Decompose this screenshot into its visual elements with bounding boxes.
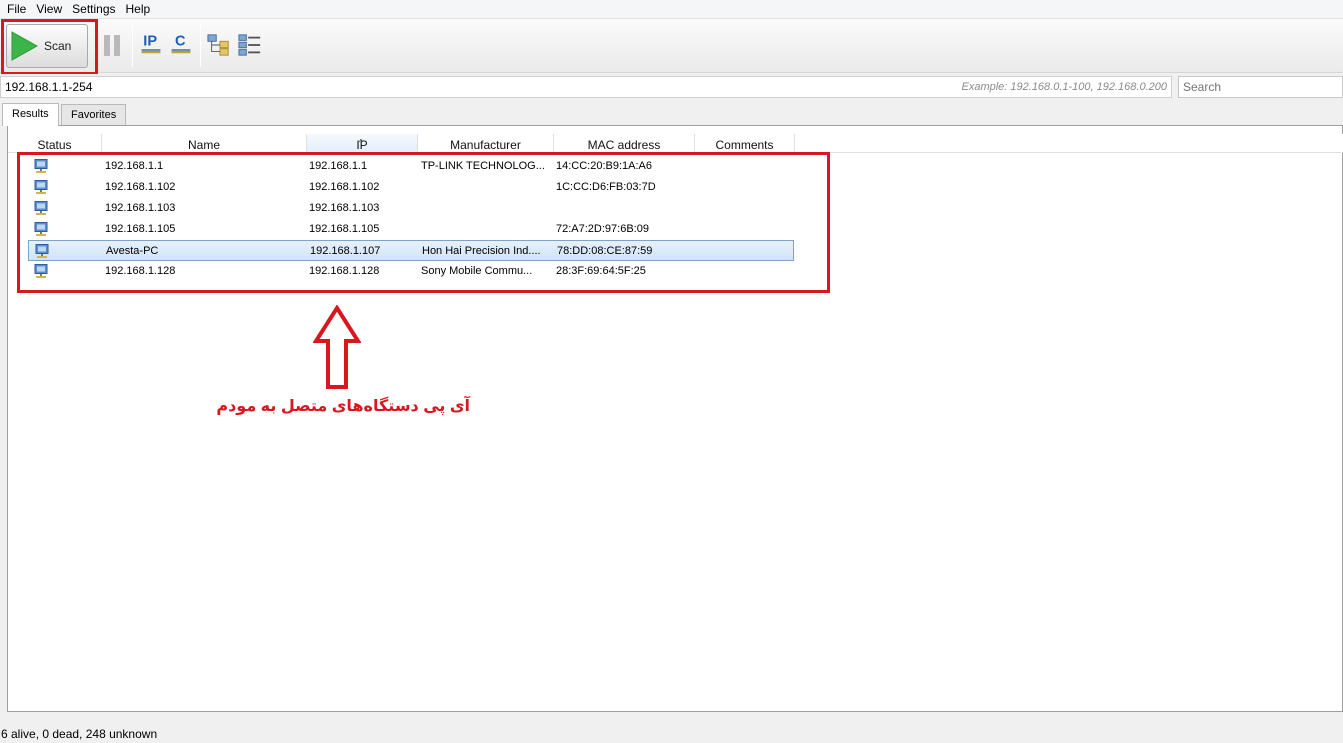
tab-results[interactable]: Results — [2, 103, 59, 126]
tab-favorites[interactable]: Favorites — [61, 104, 127, 125]
sort-ascending-icon: ^ — [359, 138, 363, 147]
column-ip[interactable]: ^ IP — [307, 134, 418, 153]
scan-highlight-box — [1, 19, 98, 75]
column-name[interactable]: Name — [102, 134, 307, 153]
range-example-hint: Example: 192.168.0.1-100, 192.168.0.200 — [961, 81, 1168, 93]
menu-view[interactable]: View — [33, 0, 69, 19]
menu-settings[interactable]: Settings — [69, 0, 122, 19]
pause-icon[interactable] — [101, 34, 125, 58]
network-tree-icon[interactable] — [207, 33, 231, 57]
annotation-caption: آی پی دستگاه‌های متصل به مودم — [216, 398, 470, 415]
ip-icon[interactable]: IP — [139, 31, 163, 55]
list-view-icon[interactable] — [238, 33, 262, 57]
svg-text:C: C — [175, 34, 186, 50]
toolbar: Scan IP C — [0, 19, 1343, 75]
svg-text:IP: IP — [143, 34, 157, 50]
toolbar-separator — [132, 25, 133, 67]
table-header: Status Name ^ IP Manufacturer MAC addres… — [8, 134, 1343, 153]
column-comments[interactable]: Comments — [695, 134, 795, 153]
menu-bar: File View Settings Help — [0, 0, 1343, 19]
c-icon[interactable]: C — [169, 31, 193, 55]
menu-file[interactable]: File — [4, 0, 33, 19]
column-mac-address[interactable]: MAC address — [554, 134, 695, 153]
status-bar: 6 alive, 0 dead, 248 unknown — [0, 725, 1343, 743]
results-highlight-box — [17, 152, 830, 293]
menu-help[interactable]: Help — [123, 0, 158, 19]
column-status[interactable]: Status — [8, 134, 102, 153]
search-input[interactable] — [1178, 76, 1343, 98]
range-row: Example: 192.168.0.1-100, 192.168.0.200 — [0, 74, 1343, 100]
column-manufacturer[interactable]: Manufacturer — [418, 134, 554, 153]
toolbar-separator — [200, 25, 201, 67]
up-arrow-icon — [313, 305, 361, 389]
